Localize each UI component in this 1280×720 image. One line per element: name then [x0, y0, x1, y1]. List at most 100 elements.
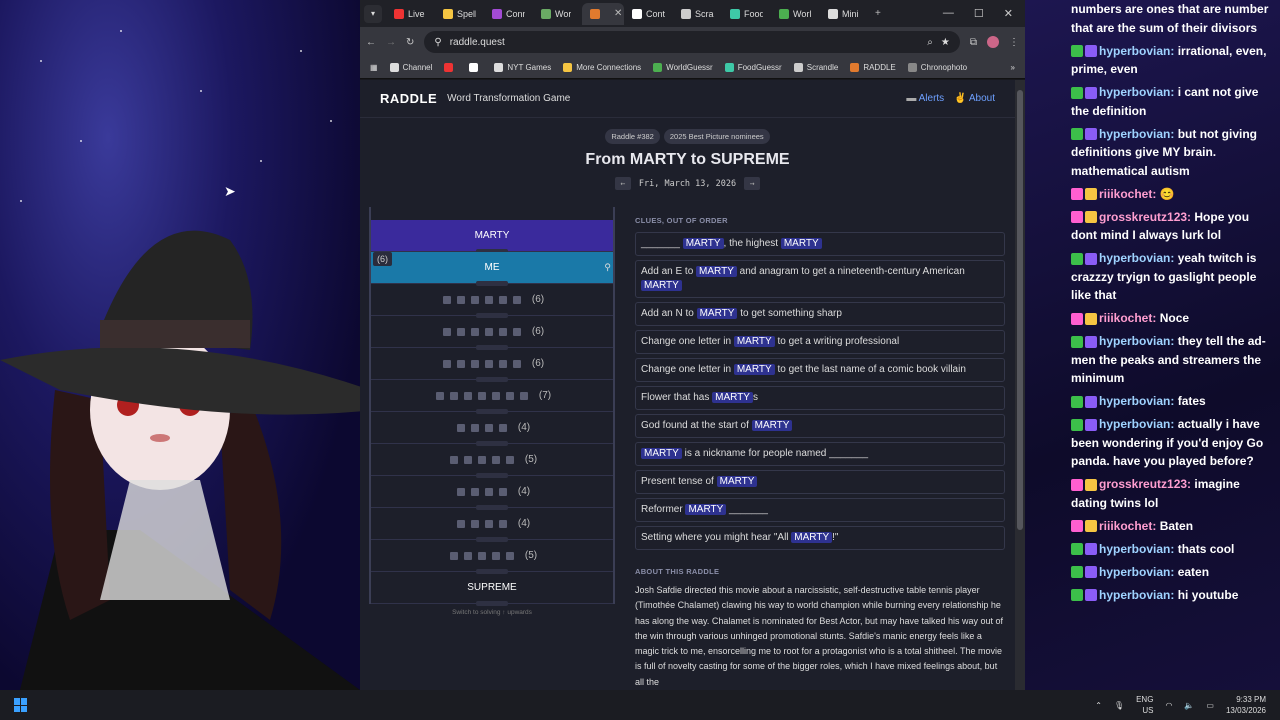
- chat-username[interactable]: grosskreutz123:: [1099, 210, 1191, 224]
- bookmark-icon: [389, 63, 399, 72]
- tab-7[interactable]: Food: [722, 3, 771, 25]
- ladder-rung-8[interactable]: (5): [371, 540, 613, 574]
- more-bookmarks-icon[interactable]: »: [1011, 63, 1015, 72]
- ladder-rung-3[interactable]: (7): [371, 380, 613, 414]
- tab-6[interactable]: Scra: [673, 3, 722, 25]
- chat-username[interactable]: hyperbovian:: [1099, 127, 1174, 141]
- bookmark-4[interactable]: More Connections: [563, 63, 641, 72]
- mic-icon[interactable]: 🎙: [1114, 701, 1124, 710]
- bookmark-9[interactable]: Chronophoto: [907, 63, 967, 72]
- chat-username[interactable]: riiikochet:: [1099, 187, 1156, 201]
- minimize-button[interactable]: —: [943, 7, 954, 20]
- chat-username[interactable]: hyperbovian:: [1099, 588, 1174, 602]
- chat-username[interactable]: hyperbovian:: [1099, 334, 1174, 348]
- prev-day-button[interactable]: ←: [614, 177, 631, 190]
- ladder-rung-7[interactable]: (4): [371, 508, 613, 542]
- tab-8[interactable]: Worl: [771, 3, 820, 25]
- page-scrollbar[interactable]: [1015, 80, 1025, 690]
- profile-avatar[interactable]: [987, 36, 999, 48]
- clue-text: Setting where you might hear "All: [641, 532, 792, 543]
- volume-icon[interactable]: 🔈: [1184, 701, 1194, 710]
- chat-username[interactable]: grosskreutz123:: [1099, 477, 1191, 491]
- language-indicator[interactable]: ENG US: [1136, 694, 1153, 716]
- ladder-rung-5[interactable]: (5): [371, 444, 613, 478]
- back-icon[interactable]: ←: [366, 37, 376, 48]
- check-badge-icon: [1071, 128, 1083, 141]
- switch-direction-link[interactable]: Switch to solving ↑ upwards: [369, 609, 615, 616]
- close-tab-icon[interactable]: ✕: [608, 8, 624, 19]
- wifi-icon[interactable]: ◠: [1165, 701, 1172, 710]
- bookmark-icon: [907, 63, 917, 72]
- chat-username[interactable]: hyperbovian:: [1099, 251, 1174, 265]
- clue-item[interactable]: Add an N to MARTY to get something sharp: [635, 302, 1005, 326]
- bookmark-8[interactable]: RADDLE: [850, 63, 896, 72]
- chat-message: hyperbovian: irrational, even, prime, ev…: [1071, 42, 1272, 79]
- menu-icon[interactable]: ⋮: [1009, 37, 1019, 48]
- chat-username[interactable]: hyperbovian:: [1099, 565, 1174, 579]
- next-day-button[interactable]: →: [744, 177, 761, 190]
- ladder-rung-0[interactable]: (6): [371, 284, 613, 318]
- clue-item[interactable]: Setting where you might hear "All MARTY!…: [635, 526, 1005, 550]
- battery-icon[interactable]: ▭: [1206, 701, 1214, 710]
- start-button[interactable]: [14, 698, 28, 712]
- tab-4[interactable]: R✕: [582, 2, 624, 25]
- site-info-icon[interactable]: ⚲: [434, 37, 441, 48]
- chat-username[interactable]: hyperbovian:: [1099, 417, 1174, 431]
- bookmark-5[interactable]: WorldGuessr: [653, 63, 713, 72]
- bookmark-7[interactable]: Scrandle: [793, 63, 838, 72]
- bookmark-3[interactable]: NYT Games: [494, 63, 551, 72]
- clue-item[interactable]: Add an E to MARTY and anagram to get a n…: [635, 260, 1005, 298]
- system-clock[interactable]: 9:33 PM 13/03/2026: [1226, 694, 1266, 716]
- letter-square: [463, 551, 472, 560]
- address-bar[interactable]: ⚲ raddle.quest ⌕ ★: [424, 31, 960, 53]
- maximize-button[interactable]: ☐: [974, 7, 984, 20]
- ladder-rung-2[interactable]: (6): [371, 348, 613, 382]
- hint-icon[interactable]: ⚲: [604, 262, 611, 273]
- tab-5[interactable]: Cont: [624, 3, 673, 25]
- ladder-rung-4[interactable]: (4): [371, 412, 613, 446]
- clue-item[interactable]: Change one letter in MARTY to get a writ…: [635, 330, 1005, 354]
- tab-2[interactable]: Conn: [484, 3, 533, 25]
- chat-username[interactable]: hyperbovian:: [1099, 394, 1174, 408]
- bookmark-2[interactable]: [469, 63, 482, 72]
- clue-item[interactable]: Flower that has MARTY s: [635, 386, 1005, 410]
- ladder-rung-1[interactable]: (6): [371, 316, 613, 350]
- ladder-rung-current[interactable]: (6) ME ⚲: [371, 252, 613, 286]
- clue-item[interactable]: Present tense of MARTY: [635, 470, 1005, 494]
- zoom-icon[interactable]: ⌕: [927, 37, 933, 48]
- tab-search-button[interactable]: ▾: [364, 4, 382, 23]
- tab-0[interactable]: Live: [386, 3, 435, 25]
- chat-username[interactable]: hyperbovian:: [1099, 44, 1174, 58]
- chat-username[interactable]: riiikochet:: [1099, 311, 1156, 325]
- chat-username[interactable]: hyperbovian:: [1099, 542, 1174, 556]
- about-link[interactable]: ✌ About: [954, 93, 995, 104]
- tab-3[interactable]: Wor: [533, 3, 582, 25]
- clue-item[interactable]: _______ MARTY, the highest MARTY: [635, 232, 1005, 256]
- apps-icon[interactable]: ▦: [370, 63, 378, 72]
- extensions-icon[interactable]: ⧉: [970, 37, 977, 48]
- forward-icon[interactable]: →: [386, 37, 396, 48]
- sub-badge-icon: [1085, 566, 1097, 579]
- bookmark-6[interactable]: FoodGuessr: [724, 63, 782, 72]
- bookmark-0[interactable]: Channel: [389, 63, 432, 72]
- site-logo[interactable]: RADDLE: [380, 91, 437, 106]
- tab-1[interactable]: Spell: [435, 3, 484, 25]
- clue-item[interactable]: God found at the start of MARTY: [635, 414, 1005, 438]
- chat-username[interactable]: hyperbovian:: [1099, 85, 1174, 99]
- tray-chevron-icon[interactable]: ⌃: [1095, 701, 1102, 710]
- tab-9[interactable]: Mini: [820, 3, 869, 25]
- clue-item[interactable]: Reformer MARTY _______: [635, 498, 1005, 522]
- chat-username[interactable]: riiikochet:: [1099, 519, 1156, 533]
- ladder-rung-6[interactable]: (4): [371, 476, 613, 510]
- url-text[interactable]: raddle.quest: [450, 37, 920, 48]
- bookmark-1[interactable]: [444, 63, 457, 72]
- alerts-link[interactable]: ▬ Alerts: [906, 93, 944, 104]
- ladder-rung-start[interactable]: MARTY: [371, 220, 613, 254]
- clue-item[interactable]: MARTY is a nickname for people named ___…: [635, 442, 1005, 466]
- clue-item[interactable]: Change one letter in MARTY to get the la…: [635, 358, 1005, 382]
- new-tab-button[interactable]: +: [869, 8, 887, 19]
- ladder-rung-end[interactable]: SUPREME: [371, 572, 613, 606]
- bookmark-star-icon[interactable]: ★: [941, 37, 950, 48]
- reload-icon[interactable]: ↻: [406, 37, 414, 48]
- close-window-button[interactable]: ✕: [1004, 7, 1013, 20]
